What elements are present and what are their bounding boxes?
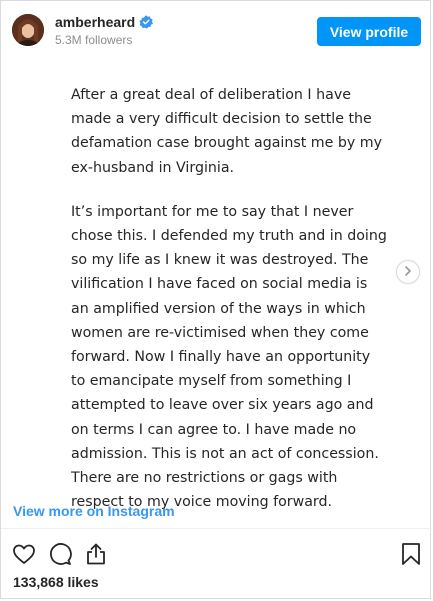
comment-icon[interactable] <box>48 542 72 566</box>
instagram-embed: amberheard 5.3M followers View profile A… <box>0 0 432 599</box>
follower-count: 5.3M followers <box>55 33 133 47</box>
post-header: amberheard 5.3M followers View profile <box>1 1 432 53</box>
chevron-right-icon <box>403 263 413 281</box>
next-slide-button[interactable] <box>396 260 420 284</box>
view-more-link[interactable]: View more on Instagram <box>13 503 175 519</box>
post-paragraph: After a great deal of deliberation I hav… <box>71 87 382 176</box>
username[interactable]: amberheard <box>55 14 154 30</box>
username-text[interactable]: amberheard <box>55 14 135 30</box>
post-paragraph: It’s important for me to say that I neve… <box>71 203 387 511</box>
like-count[interactable]: 133,868 likes <box>13 574 99 590</box>
post-text-image: After a great deal of deliberation I hav… <box>71 83 387 534</box>
view-profile-button[interactable]: View profile <box>317 17 421 46</box>
divider <box>1 528 432 529</box>
heart-icon[interactable] <box>12 542 36 566</box>
bookmark-icon[interactable] <box>399 542 423 566</box>
avatar[interactable] <box>12 14 44 46</box>
verified-badge-icon <box>139 15 154 29</box>
share-icon[interactable] <box>84 542 108 566</box>
